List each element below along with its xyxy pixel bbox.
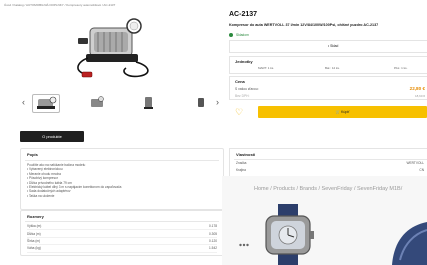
product-main-image[interactable] <box>70 14 160 80</box>
row-label: Váha (kg) <box>27 244 150 253</box>
table-row: Váha (kg) 1.542 <box>27 244 217 253</box>
buy-button[interactable]: 🛒 Kúpiť <box>258 106 427 118</box>
chevron-left-icon[interactable]: ‹ <box>22 97 25 107</box>
price-without-vat-label: Bez DPH: <box>235 94 250 98</box>
row-value: 0.305 <box>149 229 217 238</box>
price-without-vat-value: 18,60 € <box>414 94 425 98</box>
property-label: Krajina <box>236 168 246 172</box>
thumbnail-strip: ‹ › <box>22 94 222 113</box>
product-code: AC-2137 <box>229 11 258 18</box>
heart-icon[interactable]: ♡ <box>235 107 243 118</box>
thumbnail-1[interactable] <box>32 94 60 113</box>
dimensions-title: Rozmery <box>27 214 44 219</box>
thumbnail-3[interactable] <box>136 94 162 111</box>
stock-status: Skladom <box>229 33 249 37</box>
stock-dot-icon <box>229 33 233 37</box>
row-label: Šírka (m) <box>27 237 150 246</box>
about-product-button[interactable]: O produkte <box>20 131 84 142</box>
unit-item: PAL: 1 ks. <box>394 66 408 70</box>
description-panel: Popis Použitie ako na nafúkanie balóna m… <box>20 148 224 210</box>
row-value: 0.178 <box>149 223 217 231</box>
stock-location-label: • Sklad <box>328 44 339 48</box>
breadcrumb[interactable]: Úvod / Katalog / AUTOMOBILNIÁ DOPLNKY / … <box>4 3 115 7</box>
overlay-window: Home / Products / Brands / SevenFriday /… <box>222 176 427 265</box>
watch-image[interactable] <box>260 204 316 265</box>
chevron-right-icon[interactable]: › <box>216 97 219 107</box>
divider <box>25 160 219 161</box>
list-item: • Taška na uloženie <box>27 193 55 198</box>
dimensions-table: Výška (m) 0.178 Dĺžka (m) 0.305 Šírka (m) 0… <box>27 223 217 253</box>
row-value: 1.542 <box>149 244 217 253</box>
price-title: Cena <box>235 79 245 84</box>
discount-price-label: S vašou zľavou: <box>235 87 259 91</box>
properties-panel: Vlastnosti Značka WERTVOLL Krajina CN <box>229 148 427 178</box>
overlay-breadcrumb[interactable]: Home / Products / Brands / SevenFriday /… <box>254 186 402 192</box>
property-value: CN <box>419 168 424 172</box>
stock-location-row: • Sklad <box>229 40 427 53</box>
divider <box>234 159 427 160</box>
property-value: WERTVOLL <box>406 161 424 165</box>
row-value: 0.120 <box>149 237 217 246</box>
dimensions-panel: Rozmery Výška (m) 0.178 Dĺžka (m) 0.305 Ší… <box>20 210 224 256</box>
unit-item: MART: 1 ks. <box>258 66 275 70</box>
discount-price-value: 22,80 € <box>409 86 425 91</box>
description-title: Popis <box>27 152 38 157</box>
stock-label: Skladom <box>236 33 249 37</box>
divider <box>25 221 219 222</box>
thumbnail-4[interactable] <box>188 94 214 111</box>
product-photo-partial <box>392 222 427 265</box>
thumbnail-2[interactable] <box>84 94 110 111</box>
property-label: Značka <box>236 161 247 165</box>
row-label: Dĺžka (m) <box>27 229 150 238</box>
description-list: Použitie ako na nafúkanie balóna modelu … <box>27 163 121 198</box>
units-panel: Jednotky MART: 1 ks. Bal.: 12 ks. PAL: 1… <box>229 56 427 74</box>
price-panel: Cena S vašou zľavou: 22,80 € Bez DPH: 18… <box>229 76 427 100</box>
units-title: Jednotky <box>235 59 253 64</box>
properties-title: Vlastnosti <box>236 152 256 157</box>
table-row: Výška (m) 0.178 <box>27 223 217 231</box>
row-label: Výška (m) <box>27 223 150 231</box>
table-row: Dĺžka (m) 0.305 <box>27 229 217 238</box>
table-row: Šírka (m) 0.120 <box>27 237 217 246</box>
unit-item: Bal.: 12 ks. <box>325 66 340 70</box>
product-name: Kompresor do auta WERTVOLL 37 l/min 12V/… <box>229 23 379 27</box>
more-icon[interactable] <box>239 243 249 247</box>
